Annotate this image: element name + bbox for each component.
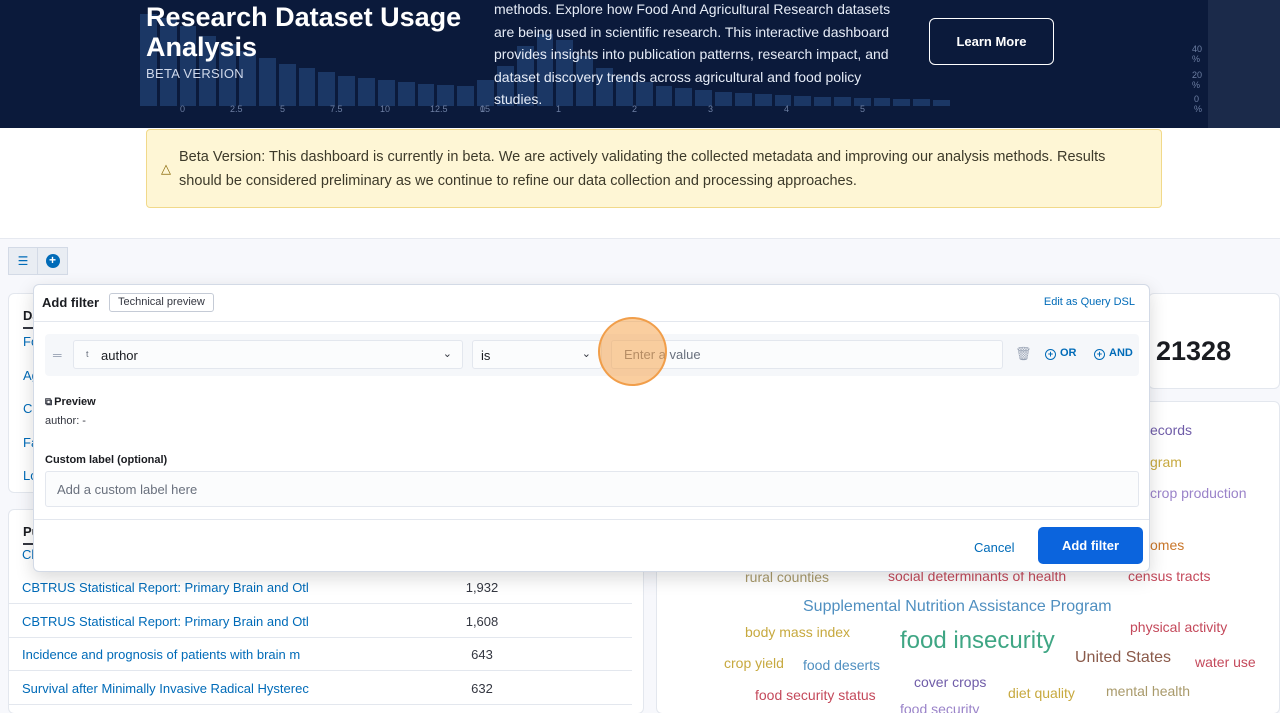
- preview-value: author: -: [45, 415, 86, 427]
- hero-side-panel: [1208, 0, 1280, 128]
- word-cloud-term[interactable]: crop yield: [724, 655, 784, 671]
- or-button-label: OR: [1060, 347, 1077, 359]
- chevron-down-icon: ⌄: [442, 348, 452, 360]
- table-row: CBTRUS Statistical Report: Primary Brain…: [8, 605, 632, 638]
- word-cloud-term[interactable]: physical activity: [1130, 619, 1227, 635]
- beta-version-label: BETA VERSION: [146, 66, 244, 81]
- word-cloud-term[interactable]: crop production: [1150, 485, 1247, 501]
- word-cloud-term[interactable]: food deserts: [803, 657, 880, 673]
- and-button[interactable]: + AND: [1094, 347, 1133, 360]
- plus-icon: +: [45, 254, 60, 268]
- drag-handle-icon[interactable]: ═: [53, 348, 62, 362]
- table-row: Incidence and prognosis of patients with…: [8, 638, 632, 671]
- custom-label-input[interactable]: [45, 471, 1139, 507]
- technical-preview-badge: Technical preview: [109, 293, 214, 312]
- word-cloud-term[interactable]: gram: [1150, 454, 1182, 470]
- add-filter-popover: Add filter Technical preview Edit as Que…: [33, 284, 1150, 572]
- word-cloud-term[interactable]: mental health: [1106, 683, 1190, 699]
- popover-footer-divider: [34, 519, 1149, 520]
- word-cloud-term[interactable]: food insecurity: [900, 627, 1055, 655]
- hero-x-tick: 10: [380, 104, 391, 114]
- preview-label: Preview: [54, 396, 96, 408]
- popover-header: Add filter Technical preview Edit as Que…: [34, 285, 1149, 322]
- hero-chart-bar: [318, 72, 336, 106]
- or-button[interactable]: + OR: [1045, 347, 1077, 360]
- edit-query-dsl-link[interactable]: Edit as Query DSL: [1044, 296, 1135, 308]
- word-cloud-term[interactable]: diet quality: [1008, 685, 1075, 701]
- word-cloud-term[interactable]: United States: [1075, 649, 1171, 667]
- cancel-button[interactable]: Cancel: [974, 540, 1014, 555]
- plus-icon: +: [1094, 349, 1105, 360]
- word-cloud-term[interactable]: food security status: [755, 687, 876, 703]
- preview-heading: ⧉ Preview: [45, 396, 96, 408]
- add-filter-button[interactable]: +: [38, 247, 68, 275]
- table-row: CBTRUS Statistical Report: Primary Brain…: [8, 571, 632, 604]
- operator-select-value: is: [481, 348, 491, 363]
- hero-chart-bar: [417, 84, 435, 106]
- citation-count: 1,932: [465, 579, 499, 595]
- hero-chart-bar: [437, 85, 455, 106]
- add-filter-submit-button[interactable]: Add filter: [1038, 527, 1143, 564]
- table-row: Survival after Minimally Invasive Radica…: [8, 672, 632, 705]
- metric-value: 21328: [1156, 336, 1232, 366]
- citation-count: 643: [471, 646, 493, 662]
- filter-condition-row: ═ t author ⌄ is ⌄ 🗑 + OR + AND: [45, 334, 1139, 376]
- hero-banner: 0 2.5 5 7.5 10 12.5 15 012345 40 % 20 % 0 % Rese…: [0, 0, 1280, 128]
- field-select-value: author: [101, 348, 138, 363]
- page-title: Research Dataset Usage Analysis: [146, 2, 462, 62]
- word-cloud-term[interactable]: body mass index: [745, 624, 850, 640]
- publication-title-link[interactable]: Incidence and prognosis of patients with…: [22, 647, 324, 662]
- hero-x-tick: 2.5: [230, 104, 243, 114]
- hero-chart-bar: [338, 76, 356, 106]
- citation-count: 632: [471, 680, 493, 696]
- hero-y-tick: 40 %: [1191, 44, 1202, 64]
- hero-x-tick: 7.5: [330, 104, 343, 114]
- hero-x-tick: 5: [280, 104, 286, 114]
- hero-description: methods. Explore how Food And Agricultur…: [494, 1, 891, 107]
- hero-chart-bar: [298, 68, 316, 106]
- publication-title-link[interactable]: Survival after Minimally Invasive Radica…: [22, 681, 324, 696]
- value-input[interactable]: [611, 340, 1003, 369]
- hero-chart-bar: [358, 78, 375, 106]
- hero-chart-bar: [377, 80, 395, 106]
- citation-count: 1,608: [465, 613, 499, 629]
- filter-bar: ☰ +: [8, 247, 68, 275]
- operator-select[interactable]: is ⌄: [472, 340, 602, 369]
- hero-x-axis: 0 2.5 5 7.5 10 12.5 15: [180, 104, 530, 114]
- hero-chart-bar: [477, 80, 494, 106]
- publication-title-link[interactable]: CBTRUS Statistical Report: Primary Brain…: [22, 614, 324, 629]
- hero-chart-bar: [258, 58, 276, 106]
- chevron-down-icon: ⌄: [581, 348, 591, 360]
- hero-x-tick: 0: [180, 104, 186, 114]
- beta-callout: △ Beta Version: This dashboard is curren…: [146, 129, 1162, 208]
- inspect-icon: ⧉: [45, 397, 53, 408]
- word-cloud-term[interactable]: food security: [900, 701, 979, 713]
- hero-chart-bar: [278, 64, 296, 106]
- word-cloud-term[interactable]: ecords: [1150, 422, 1192, 438]
- warning-icon: △: [161, 160, 171, 176]
- hero-chart-bar: [397, 82, 415, 106]
- custom-label-heading: Custom label (optional): [45, 454, 168, 466]
- learn-more-button[interactable]: Learn More: [929, 18, 1054, 65]
- hero-y-tick: 20 %: [1191, 70, 1202, 90]
- field-select[interactable]: t author ⌄: [73, 340, 463, 369]
- hero-x-tick: 12.5: [430, 104, 448, 114]
- string-type-icon: t: [86, 349, 89, 359]
- hero-y-tick: 0 %: [1194, 94, 1203, 114]
- plus-icon: +: [1045, 349, 1056, 360]
- word-cloud-term[interactable]: omes: [1150, 537, 1184, 553]
- hero-chart-bar: [457, 86, 475, 106]
- trash-icon[interactable]: 🗑: [1015, 346, 1032, 362]
- beta-callout-text: Beta Version: This dashboard is currentl…: [179, 148, 1106, 189]
- filter-menu-button[interactable]: ☰: [8, 247, 38, 275]
- word-cloud-term[interactable]: cover crops: [914, 674, 986, 690]
- filter-icon: ☰: [17, 254, 29, 268]
- word-cloud-term[interactable]: water use: [1195, 654, 1256, 670]
- word-cloud-term[interactable]: Supplemental Nutrition Assistance Progra…: [803, 598, 1112, 616]
- publication-title-link[interactable]: CBTRUS Statistical Report: Primary Brain…: [22, 580, 324, 595]
- and-button-label: AND: [1109, 347, 1133, 359]
- popover-title: Add filter: [42, 295, 100, 310]
